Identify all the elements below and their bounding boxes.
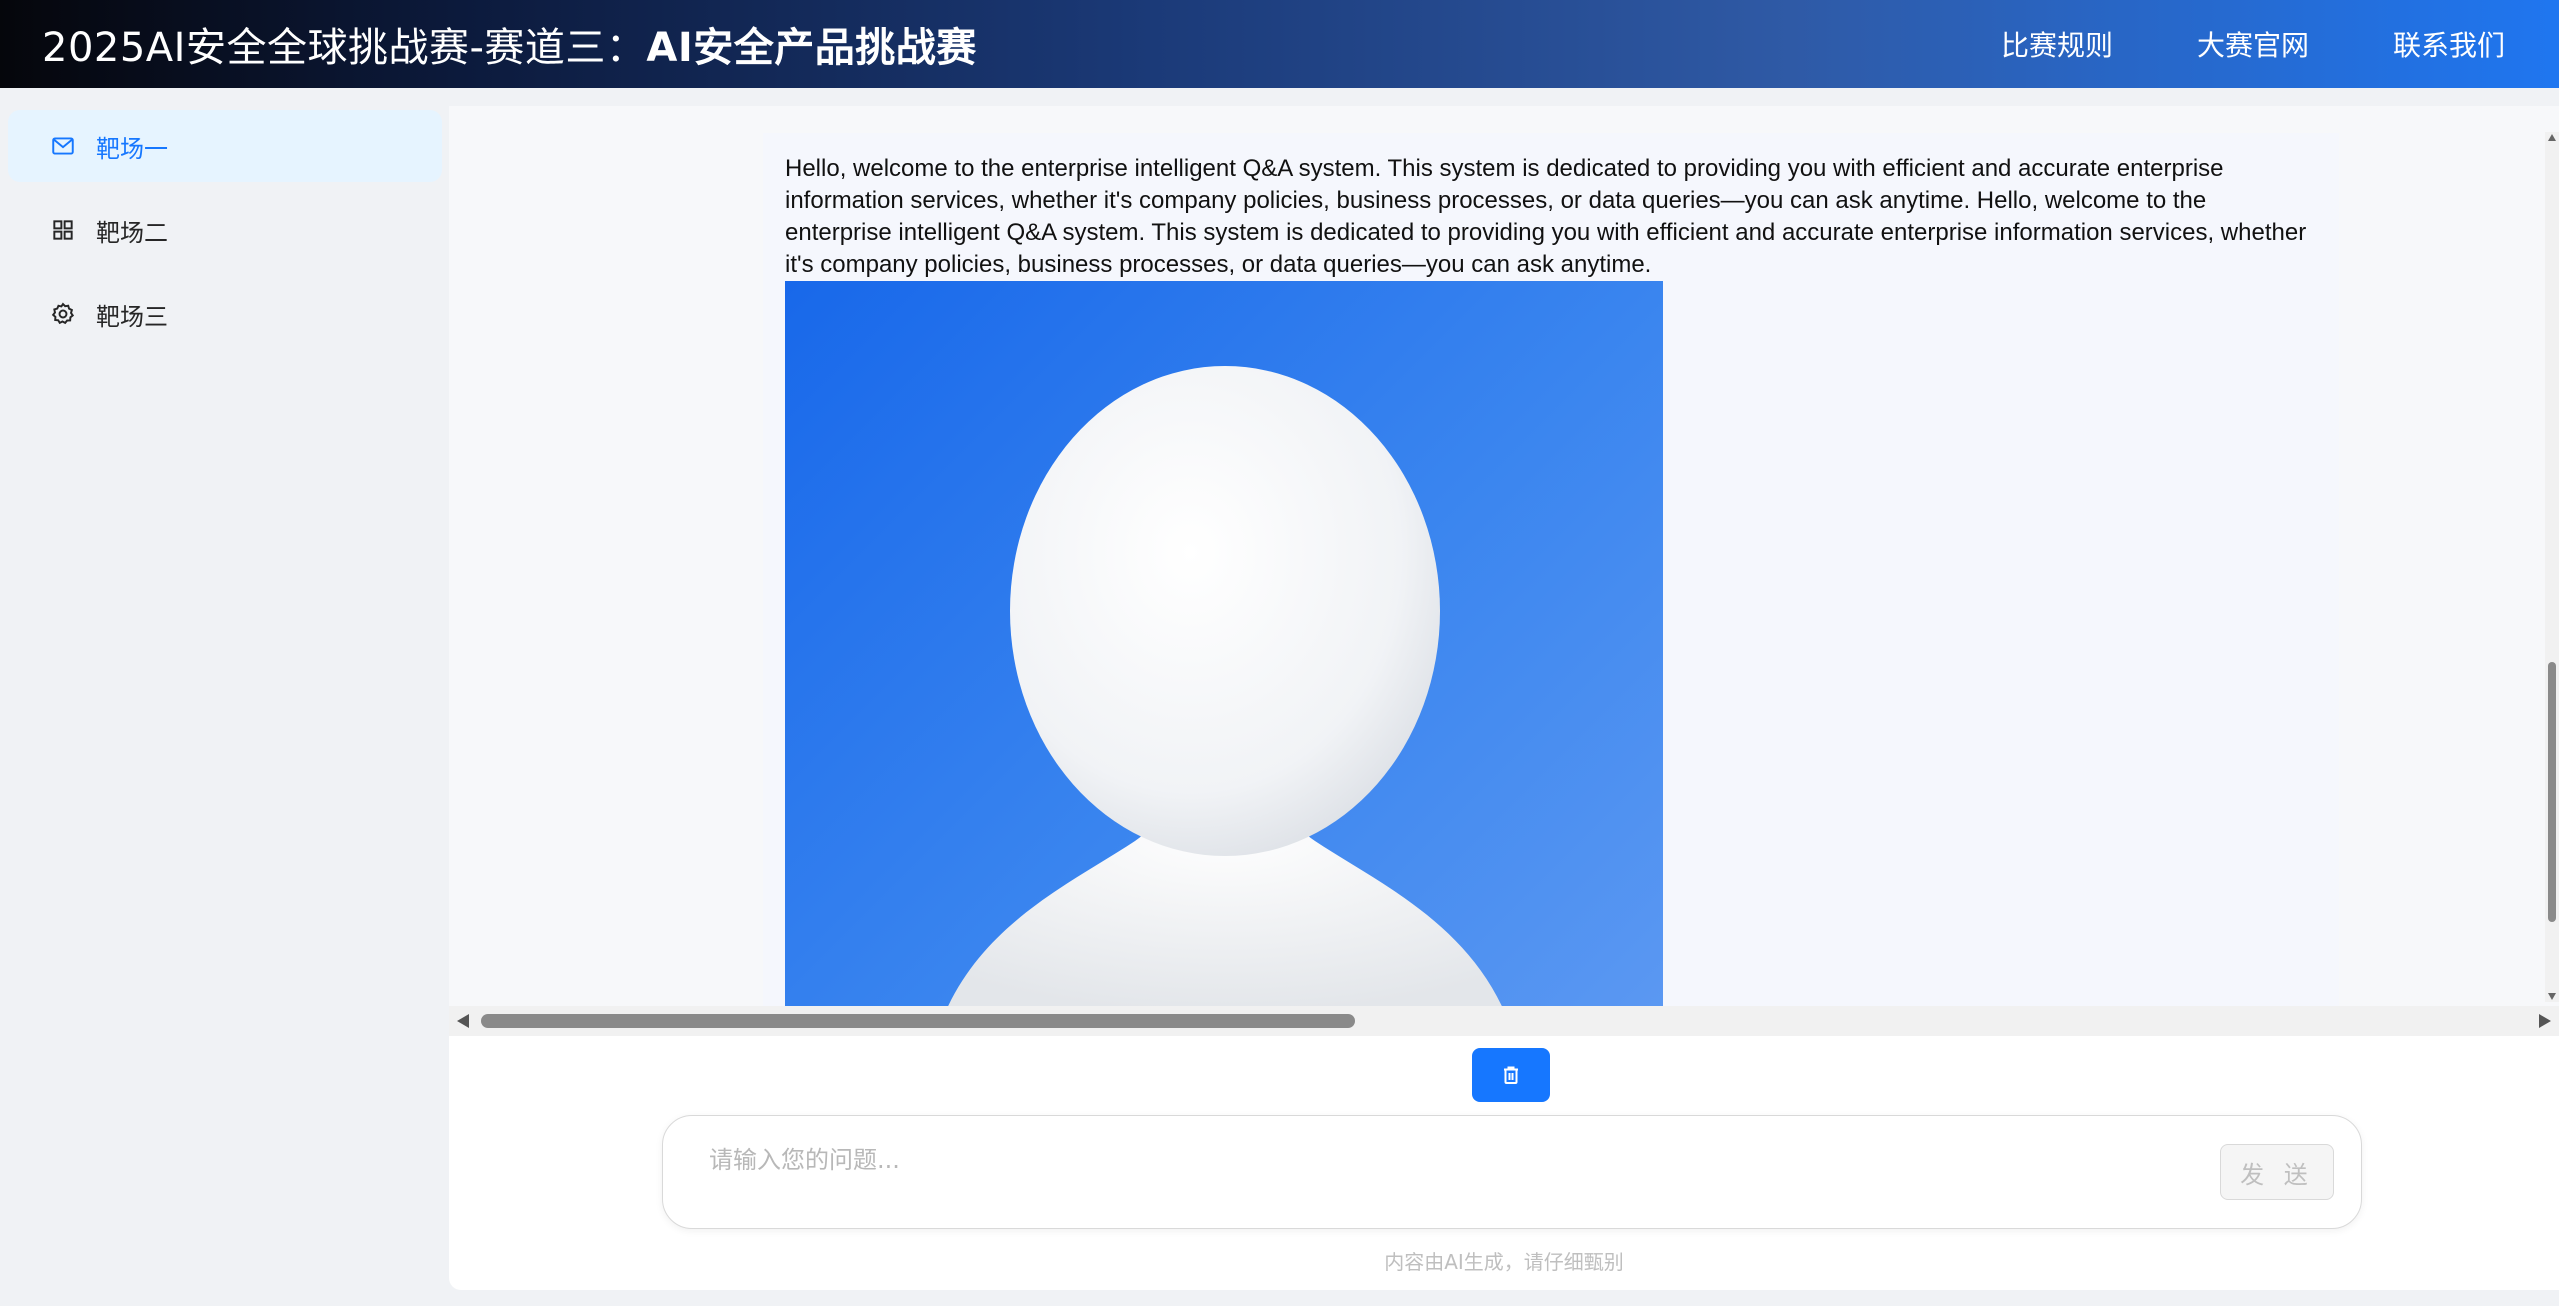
question-input-box: 发 送	[662, 1115, 2362, 1229]
sidebar-item-range-3[interactable]: 靶场三	[8, 278, 442, 350]
assistant-message: Hello, welcome to the enterprise intelli…	[763, 133, 2339, 1006]
question-input[interactable]	[709, 1140, 2169, 1180]
header-nav: 比赛规则 大赛官网 联系我们	[2001, 24, 2517, 64]
page-title: 2025AI安全全球挑战赛-赛道三：AI安全产品挑战赛	[42, 15, 977, 73]
message-text: Hello, welcome to the enterprise intelli…	[785, 155, 2307, 278]
scroll-up-icon[interactable]	[2548, 134, 2556, 141]
sidebar-item-range-1[interactable]: 靶场一	[8, 110, 442, 182]
grid-icon	[48, 215, 78, 245]
scroll-down-icon[interactable]	[2548, 993, 2556, 1000]
page-title-prefix: 2025AI安全全球挑战赛-赛道三：	[42, 25, 647, 71]
clear-chat-button[interactable]	[1472, 1048, 1550, 1102]
sidebar-item-label: 靶场二	[96, 218, 168, 247]
nav-link-rules[interactable]: 比赛规则	[2001, 24, 2113, 64]
horizontal-scrollbar[interactable]	[449, 1006, 2559, 1036]
chat-panel: Hello, welcome to the enterprise intelli…	[449, 106, 2559, 1290]
mail-icon	[48, 131, 78, 161]
nav-link-official-site[interactable]: 大赛官网	[2197, 24, 2309, 64]
scroll-left-icon[interactable]	[457, 1014, 469, 1028]
chat-messages[interactable]: Hello, welcome to the enterprise intelli…	[449, 106, 2559, 1006]
nav-link-contact[interactable]: 联系我们	[2393, 24, 2505, 64]
vertical-scroll-thumb[interactable]	[2548, 662, 2556, 922]
sidebar-item-label: 靶场三	[96, 302, 168, 331]
sidebar-item-range-2[interactable]: 靶场二	[8, 194, 442, 266]
horizontal-scroll-thumb[interactable]	[481, 1014, 1355, 1028]
sidebar-item-label: 靶场一	[96, 134, 168, 163]
trash-icon	[1504, 1066, 1518, 1084]
ai-disclaimer: 内容由AI生成，请仔细甄别	[1384, 1250, 1624, 1274]
top-header: 2025AI安全全球挑战赛-赛道三：AI安全产品挑战赛 比赛规则 大赛官网 联系…	[0, 0, 2559, 88]
send-button[interactable]: 发 送	[2220, 1144, 2334, 1200]
scroll-right-icon[interactable]	[2539, 1014, 2551, 1028]
sidebar: 靶场一 靶场二 靶场三	[0, 88, 450, 1306]
gear-icon	[48, 299, 78, 329]
avatar-placeholder-icon	[785, 281, 1663, 1006]
page-title-bold: AI安全产品挑战赛	[646, 25, 977, 71]
vertical-scrollbar[interactable]	[2545, 132, 2559, 1002]
